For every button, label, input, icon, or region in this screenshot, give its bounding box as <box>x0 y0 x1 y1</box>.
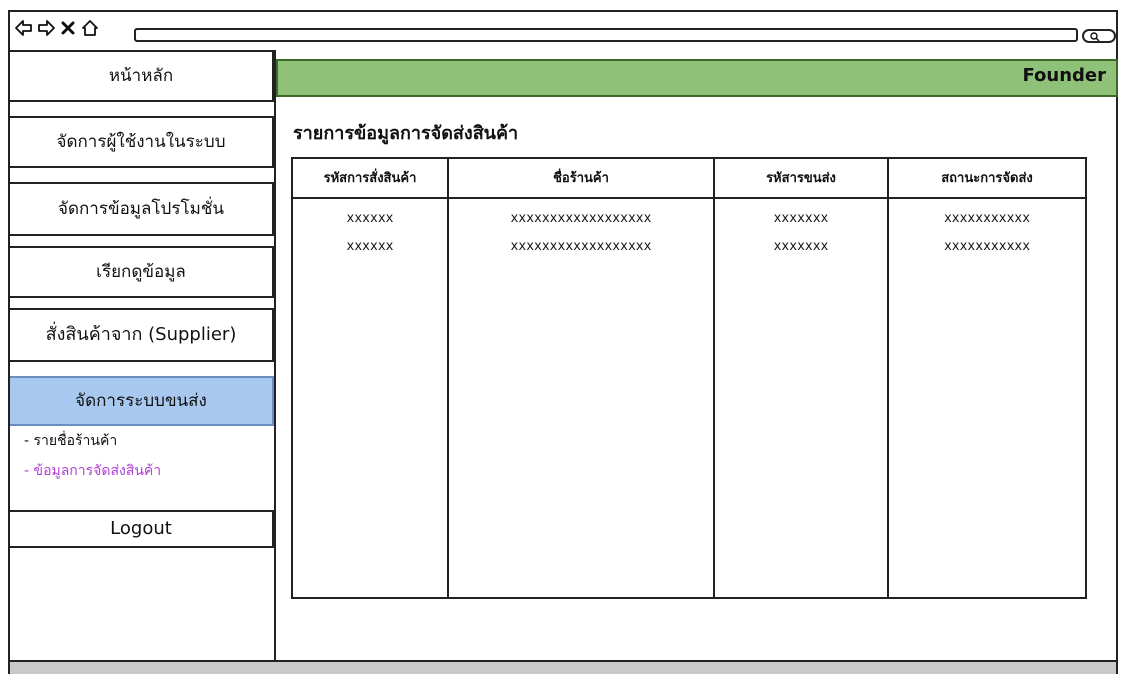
submenu-shipping-info[interactable]: - ข้อมูลการจัดส่งสินค้า <box>24 456 161 486</box>
table-cell: xxxxxxxxxxxxxxxxxx <box>510 239 652 254</box>
sidebar-item-view-data[interactable]: เรียกดูข้อมูล <box>10 246 274 298</box>
browser-toolbar <box>10 12 1116 50</box>
logout-button[interactable]: Logout <box>10 510 274 548</box>
sidebar-item-shipping-management[interactable]: จัดการระบบขนส่ง <box>10 376 274 426</box>
brand-label: Founder <box>1022 65 1106 86</box>
sidebar-item-order-supplier[interactable]: สั่งสินค้าจาก (Supplier) <box>10 308 274 362</box>
forward-arrow-icon[interactable] <box>36 18 56 38</box>
column-order-id: รหัสการสั่งสินค้า xxxxxx xxxxxx <box>293 159 449 597</box>
close-icon[interactable] <box>58 18 78 38</box>
table-cell: xxxxxxxxxxx <box>943 239 1031 254</box>
submenu-store-list[interactable]: - รายชื่อร้านค้า <box>24 426 161 456</box>
sidebar-item-promotion-management[interactable]: จัดการข้อมูลโปรโมชั่น <box>10 182 274 236</box>
header-bar: Founder <box>276 59 1118 97</box>
table-cell: xxxxxx <box>346 239 394 254</box>
table-cell: xxxxxxxxxxx <box>943 211 1031 226</box>
back-arrow-icon[interactable] <box>14 18 34 38</box>
table-cell: xxxxxx <box>346 211 394 226</box>
home-icon[interactable] <box>80 18 100 38</box>
shipping-submenu: - รายชื่อร้านค้า - ข้อมูลการจัดส่งสินค้า <box>24 426 161 486</box>
table-cell: xxxxxxx <box>773 239 829 254</box>
table-cell: xxxxxxx <box>773 211 829 226</box>
column-shipping-status: สถานะการจัดส่ง xxxxxxxxxxx xxxxxxxxxxx <box>889 159 1085 597</box>
column-store-name: ชื่อร้านค้า xxxxxxxxxxxxxxxxxx xxxxxxxxx… <box>449 159 715 597</box>
page-title: รายการข้อมูลการจัดส่งสินค้า <box>293 123 519 144</box>
column-header-shipping-id[interactable]: รหัสารขนส่ง <box>715 159 887 199</box>
column-shipping-id: รหัสารขนส่ง xxxxxxx xxxxxxx <box>715 159 889 597</box>
search-field[interactable] <box>1082 29 1116 43</box>
column-header-shipping-status[interactable]: สถานะการจัดส่ง <box>889 159 1085 199</box>
browser-window: หน้าหลัก จัดการผู้ใช้งานในระบบ จัดการข้อ… <box>8 10 1118 674</box>
sidebar-item-home[interactable]: หน้าหลัก <box>10 50 274 102</box>
shipping-table: รหัสการสั่งสินค้า xxxxxx xxxxxx ชื่อร้าน… <box>291 157 1087 599</box>
sidebar-item-user-management[interactable]: จัดการผู้ใช้งานในระบบ <box>10 116 274 168</box>
table-cell: xxxxxxxxxxxxxxxxxx <box>510 211 652 226</box>
column-header-order-id[interactable]: รหัสการสั่งสินค้า <box>293 159 447 199</box>
sidebar: หน้าหลัก จัดการผู้ใช้งานในระบบ จัดการข้อ… <box>10 50 276 670</box>
horizontal-scrollbar[interactable] <box>10 660 1116 674</box>
column-header-store-name[interactable]: ชื่อร้านค้า <box>449 159 713 199</box>
address-bar[interactable] <box>134 28 1078 42</box>
